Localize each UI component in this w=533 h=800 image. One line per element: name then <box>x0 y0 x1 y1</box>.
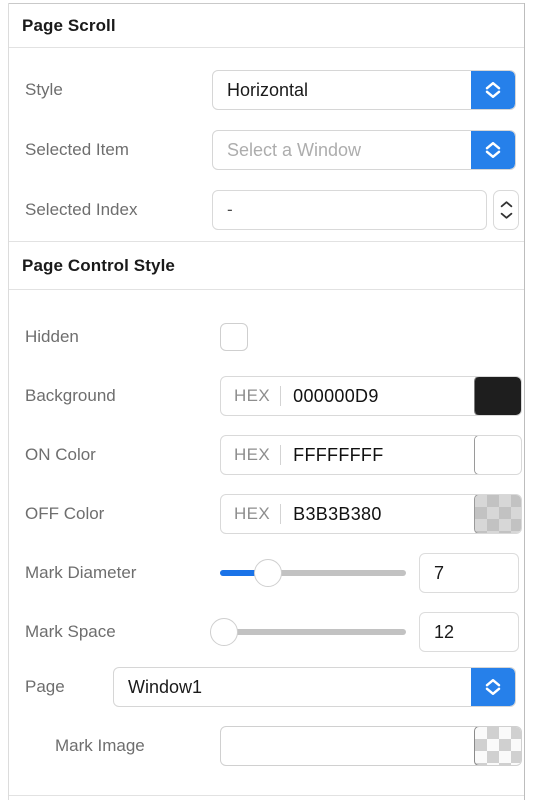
mark-space-input[interactable]: 12 <box>419 612 519 652</box>
chevron-down-icon <box>485 150 501 158</box>
section-header-page-control-style: Page Control Style <box>9 242 524 290</box>
label-on-color: ON Color <box>25 445 96 464</box>
on-color-swatch[interactable] <box>474 436 521 474</box>
chevron-down-icon <box>485 687 501 695</box>
page-dropdown[interactable]: Window1 <box>113 667 516 707</box>
section-title: Page Scroll <box>22 16 116 35</box>
hidden-checkbox[interactable] <box>220 323 248 351</box>
label-mark-diameter: Mark Diameter <box>25 563 137 582</box>
label-page: Page <box>25 677 65 696</box>
panel-right-border <box>524 3 525 800</box>
slider-thumb[interactable] <box>209 618 238 646</box>
mark-diameter-value: 7 <box>434 562 445 583</box>
label-mark-image: Mark Image <box>55 736 145 755</box>
slider-thumb[interactable] <box>254 559 283 587</box>
label-selected-index: Selected Index <box>25 200 138 219</box>
row-mark-space: Mark Space 12 <box>9 608 524 656</box>
style-dropdown[interactable]: Horizontal <box>212 70 516 110</box>
chevron-up-down-icon[interactable] <box>471 71 515 109</box>
background-hex-value[interactable]: 000000D9 <box>281 377 474 415</box>
page-dropdown-value: Window1 <box>128 676 203 697</box>
background-color-field[interactable]: HEX 000000D9 <box>220 376 522 416</box>
selected-item-placeholder: Select a Window <box>227 139 362 160</box>
chevron-up-down-icon[interactable] <box>471 668 515 706</box>
section-header-page-scroll: Page Scroll <box>9 4 524 48</box>
label-selected-item: Selected Item <box>25 140 129 159</box>
row-hidden: Hidden <box>9 313 524 361</box>
selected-index-stepper[interactable] <box>493 190 519 230</box>
hex-tag: HEX <box>234 504 271 523</box>
hex-tag: HEX <box>234 386 271 405</box>
chevron-up-icon <box>485 142 501 150</box>
mark-space-slider[interactable] <box>209 618 406 646</box>
section-rule <box>9 289 524 290</box>
chevron-up-icon <box>485 679 501 687</box>
mark-diameter-input[interactable]: 7 <box>419 553 519 593</box>
chevron-up-icon[interactable] <box>500 201 513 208</box>
inspector-panel: Page Scroll Style Horizontal Selected It… <box>0 0 533 800</box>
row-page: Page Window1 <box>9 663 524 711</box>
mark-image-well[interactable] <box>220 726 522 766</box>
mark-image-preview[interactable] <box>474 727 521 765</box>
row-mark-image: Mark Image <box>9 722 524 770</box>
row-style: Style Horizontal <box>9 66 524 114</box>
on-color-field[interactable]: HEX FFFFFFFF <box>220 435 522 475</box>
selected-item-dropdown[interactable]: Select a Window <box>212 130 516 170</box>
section-rule <box>9 47 524 48</box>
row-off-color: OFF Color HEX B3B3B380 <box>9 490 524 538</box>
row-background: Background HEX 000000D9 <box>9 372 524 420</box>
slider-track[interactable] <box>220 629 406 635</box>
label-hidden: Hidden <box>25 327 79 346</box>
panel-bottom-rule <box>9 795 524 796</box>
hex-tag: HEX <box>234 445 271 464</box>
off-color-swatch[interactable] <box>474 495 521 533</box>
off-color-hex-value[interactable]: B3B3B380 <box>281 495 474 533</box>
background-color-swatch[interactable] <box>474 377 521 415</box>
mark-space-value: 12 <box>434 621 455 642</box>
row-selected-index: Selected Index - <box>9 186 524 234</box>
swatch-fill <box>475 377 521 415</box>
chevron-up-icon <box>485 82 501 90</box>
on-color-hex-value[interactable]: FFFFFFFF <box>281 436 474 474</box>
row-mark-diameter: Mark Diameter 7 <box>9 549 524 597</box>
label-off-color: OFF Color <box>25 504 105 523</box>
swatch-fill <box>475 436 521 474</box>
off-color-field[interactable]: HEX B3B3B380 <box>220 494 522 534</box>
chevron-down-icon[interactable] <box>500 212 513 219</box>
selected-index-value: - <box>227 200 233 219</box>
swatch-fill <box>475 495 521 533</box>
label-background: Background <box>25 386 116 405</box>
label-mark-space: Mark Space <box>25 622 116 641</box>
chevron-up-down-icon[interactable] <box>471 131 515 169</box>
selected-index-input[interactable]: - <box>212 190 487 230</box>
chevron-down-icon <box>485 90 501 98</box>
mark-diameter-slider[interactable] <box>220 559 406 587</box>
row-on-color: ON Color HEX FFFFFFFF <box>9 431 524 479</box>
section-title: Page Control Style <box>22 256 175 275</box>
label-style: Style <box>25 80 63 99</box>
style-dropdown-value: Horizontal <box>227 79 309 100</box>
row-selected-item: Selected Item Select a Window <box>9 126 524 174</box>
